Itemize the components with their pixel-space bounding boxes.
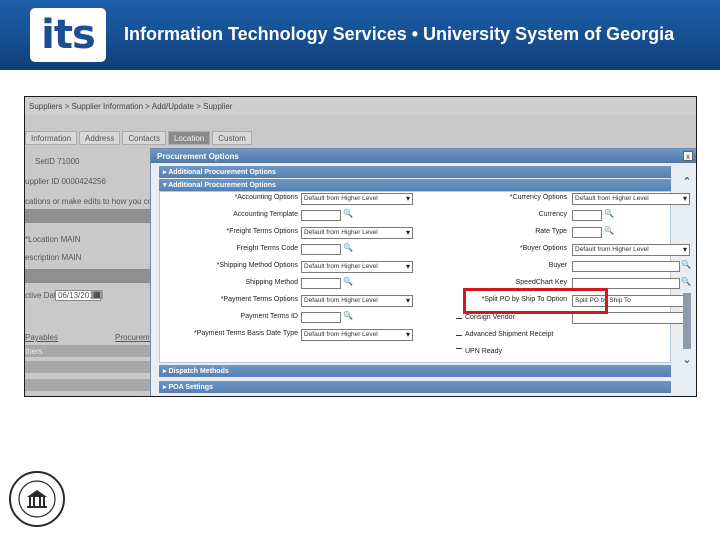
tab-contacts[interactable]: Contacts xyxy=(122,131,166,145)
logo-text: its xyxy=(41,12,96,58)
embedded-screenshot: Suppliers > Supplier Information > Add/U… xyxy=(24,96,697,397)
tab-location[interactable]: Location xyxy=(167,131,211,145)
section-title: Dispatch Methods xyxy=(168,368,229,375)
freight-terms-options-label: *Freight Terms Options xyxy=(226,228,298,235)
band xyxy=(25,361,155,373)
shipping-method-options-select[interactable]: Default from Higher Level xyxy=(301,261,413,273)
lookup-icon[interactable]: 🔍 xyxy=(343,311,353,320)
section-dispatch-methods[interactable]: ▸ Dispatch Methods xyxy=(159,365,671,377)
speedchart-key-label: SpeedChart Key xyxy=(515,279,567,286)
consign-vendor-checkbox-label: Consign Vendor xyxy=(465,314,515,321)
setid-label: SetID 71000 xyxy=(35,157,80,166)
highlight-box xyxy=(463,288,608,314)
buyer-label: Buyer xyxy=(548,262,567,269)
payment-terms-basis-label: *Payment Terms Basis Date Type xyxy=(193,330,298,337)
checkbox-icon[interactable] xyxy=(456,318,462,319)
tab-address[interactable]: Address xyxy=(79,131,121,145)
vertical-scrollbar[interactable]: ⌃ ⌄ xyxy=(681,175,693,367)
rate-type-label: Rate Type xyxy=(535,228,567,235)
section-header-collapsed[interactable]: ▸ Additional Procurement Options xyxy=(159,166,671,178)
accounting-template-input[interactable] xyxy=(301,210,341,221)
procurement-options-dialog: Procurement Options x ▸ Additional Procu… xyxy=(150,148,696,396)
section-title: POA Settings xyxy=(168,384,213,391)
currency-options-label: *Currency Options xyxy=(509,194,567,201)
accounting-options-label: *Accounting Options xyxy=(234,194,298,201)
payment-terms-id-label: Payment Terms ID xyxy=(240,313,298,320)
header-banner: its Information Technology Services • Un… xyxy=(0,0,720,70)
advanced-shipment-receipt-label: Advanced Shipment Receipt xyxy=(465,331,554,338)
currency-input[interactable] xyxy=(572,210,602,221)
section-poa-settings[interactable]: ▸ POA Settings xyxy=(159,381,671,393)
payment-terms-id-input[interactable] xyxy=(301,312,341,323)
band xyxy=(25,269,155,283)
currency-label: Currency xyxy=(538,211,567,218)
page-tabs: Information Address Contacts Location Cu… xyxy=(25,131,254,145)
supplier-id-label: upplier ID 0000424256 xyxy=(25,177,106,186)
chevron-down-icon[interactable]: ⌄ xyxy=(681,353,693,367)
shipping-method-options-label: *Shipping Method Options xyxy=(216,262,298,269)
payment-terms-options-select[interactable]: Default from Higher Level xyxy=(301,295,413,307)
breadcrumb[interactable]: Suppliers > Supplier Information > Add/U… xyxy=(25,97,696,115)
accounting-template-label: Accounting Template xyxy=(233,211,298,218)
checkbox-icon[interactable] xyxy=(456,348,462,349)
close-icon[interactable]: x xyxy=(683,151,693,161)
freight-terms-code-input[interactable] xyxy=(301,244,341,255)
chevron-up-icon[interactable]: ⌃ xyxy=(681,175,693,189)
lookup-icon[interactable]: 🔍 xyxy=(343,209,353,218)
buyer-input[interactable] xyxy=(572,261,680,272)
tab-custom[interactable]: Custom xyxy=(212,131,252,145)
its-logo: its xyxy=(30,8,106,62)
section-title: Additional Procurement Options xyxy=(168,169,276,176)
lookup-icon[interactable]: 🔍 xyxy=(343,243,353,252)
band xyxy=(25,379,155,391)
payment-terms-basis-select[interactable]: Default from Higher Level xyxy=(301,329,413,341)
accounting-options-select[interactable]: Default from Higher Level xyxy=(301,193,413,205)
freight-terms-options-select[interactable]: Default from Higher Level xyxy=(301,227,413,239)
checkbox-icon[interactable] xyxy=(456,335,462,336)
buyer-options-select[interactable]: Default from Higher Level xyxy=(572,244,690,256)
board-of-regents-seal xyxy=(8,470,66,528)
shipping-method-label: Shipping Method xyxy=(245,279,298,286)
section-title: Additional Procurement Options xyxy=(168,182,276,189)
band xyxy=(25,345,155,357)
lookup-icon[interactable]: 🔍 xyxy=(604,226,614,235)
lookup-icon[interactable]: 🔍 xyxy=(604,209,614,218)
banner-title: Information Technology Services • Univer… xyxy=(124,24,675,44)
freight-terms-code-label: Freight Terms Code xyxy=(236,245,298,252)
payables-link[interactable]: Payables xyxy=(25,333,58,342)
calendar-icon[interactable]: ▦ xyxy=(91,290,103,299)
tab-information[interactable]: Information xyxy=(25,131,78,145)
location-field: *Location MAIN xyxy=(25,235,81,244)
scroll-thumb[interactable] xyxy=(683,293,691,349)
buyer-options-label: *Buyer Options xyxy=(519,245,567,252)
lookup-icon[interactable]: 🔍 xyxy=(343,277,353,286)
section-header-expanded[interactable]: ▾ Additional Procurement Options xyxy=(159,179,671,191)
rate-type-input[interactable] xyxy=(572,227,602,238)
dialog-title: Procurement Options xyxy=(151,149,696,163)
upn-ready-label: UPN Ready xyxy=(465,348,502,355)
description-field: escription MAIN xyxy=(25,253,82,262)
others-label: thers xyxy=(25,347,43,356)
currency-options-select[interactable]: Default from Higher Level xyxy=(572,193,690,205)
band xyxy=(25,209,155,223)
shipping-method-input[interactable] xyxy=(301,278,341,289)
payment-terms-options-label: *Payment Terms Options xyxy=(220,296,298,303)
